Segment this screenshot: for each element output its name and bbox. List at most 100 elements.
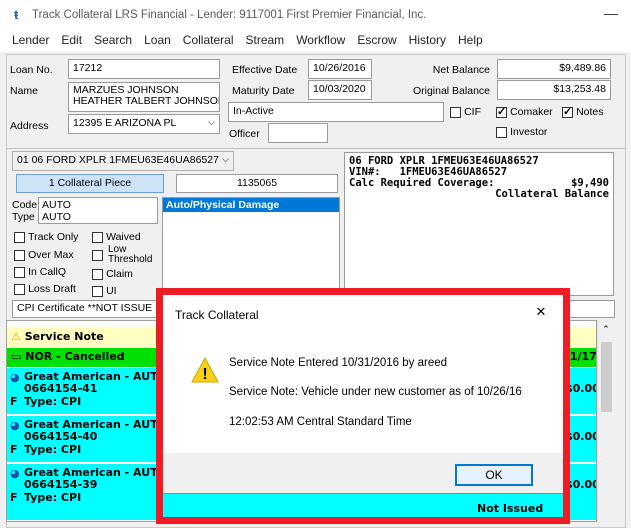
ui-flag[interactable]: UI [92,285,117,297]
over-max-flag[interactable]: Over Max [14,249,74,261]
policy-amount: $0.00 [565,430,597,443]
collateral-number-field: 1135065 [176,174,338,193]
scroll-up-arrow-icon[interactable]: ⌃ [598,324,614,335]
loss-draft-flag[interactable]: Loss Draft [14,283,76,295]
collateral-pieces-button[interactable]: 1 Collateral Piece [16,174,164,193]
type-label: Type [12,211,35,223]
track-collateral-dialog: Track Collateral ✕ ! Service Note Entere… [160,294,568,494]
over-max-check[interactable] [14,249,25,261]
policy-number: 0664154-40 [24,430,98,443]
code-label: Code [12,199,38,211]
ui-check[interactable] [92,285,103,297]
low-threshold-check[interactable] [92,250,103,261]
menu-bar: Lender Edit Search Loan Collateral Strea… [0,30,631,52]
policy-amount: $0.00 [565,478,597,491]
ok-button[interactable]: OK [455,464,533,486]
loan-no-label: Loan No. [10,64,53,76]
menu-stream[interactable]: Stream [240,30,291,52]
calc-label: Calc Required Coverage: [349,177,495,189]
policy-type: Type: CPI [24,443,82,456]
net-balance-field: $9,489.86 [497,59,611,79]
policy-flag: F [10,443,18,456]
close-button[interactable]: ✕ [529,304,553,324]
scroll-thumb[interactable] [601,342,612,412]
globe-icon: ◕ [10,467,20,480]
menu-help[interactable]: Help [452,30,489,52]
divider [6,148,626,149]
code-type-field[interactable]: AUTO AUTO [38,197,158,224]
collateral-select[interactable]: 01 06 FORD XPLR 1FMEU63E46UA86527 ⌵ [12,151,234,171]
maturity-date-field[interactable]: 10/03/2020 [308,80,372,100]
chevron-down-icon: ⌵ [208,117,215,127]
app-icon: ŧ [14,7,19,22]
notes-checkbox[interactable]: Notes [562,105,604,118]
in-callq-check[interactable] [14,266,25,278]
globe-icon: ◕ [10,371,20,384]
comaker-checkbox[interactable]: Comaker [496,105,553,118]
ui-label: UI [106,285,117,297]
cif-check-box[interactable] [450,106,461,118]
track-only-label: Track Only [28,231,79,243]
cpi-extra-field [560,300,615,318]
menu-loan[interactable]: Loan [138,30,177,52]
policy-flag: F [10,491,18,504]
dialog-footer: OK [161,453,567,493]
menu-escrow[interactable]: Escrow [351,30,402,52]
track-only-check[interactable] [14,231,25,243]
svg-text:!: ! [202,366,207,383]
policy-amount: $0.00 [565,382,597,395]
menu-collateral[interactable]: Collateral [177,30,240,52]
warning-icon: ⚠ [11,330,21,343]
comaker-label: Comaker [510,106,553,118]
service-note-header-label: Service Note [24,330,104,343]
coverage-list[interactable]: Auto/Physical Damage [162,197,340,295]
menu-edit[interactable]: Edit [55,30,88,52]
claim-check[interactable] [92,268,103,280]
notes-label: Notes [576,106,604,118]
in-callq-flag[interactable]: In CallQ [14,266,66,278]
menu-workflow[interactable]: Workflow [290,30,351,52]
cif-checkbox[interactable]: CIF [450,106,481,118]
name-field[interactable]: MARZUES JOHNSON HEATHER TALBERT JOHNSON [68,82,220,112]
track-only-flag[interactable]: Track Only [14,231,78,243]
warning-icon: ! [191,356,219,386]
comaker-check-box[interactable] [496,105,507,118]
over-max-label: Over Max [28,249,74,261]
minimize-button[interactable]: — [596,2,626,26]
menu-lender[interactable]: Lender [6,30,55,52]
dialog-message-line-2: Service Note: Vehicle under new customer… [229,386,522,398]
status-field[interactable]: In-Active [228,102,444,122]
address-select[interactable]: 12395 E ARIZONA PL ⌵ [68,114,220,134]
effective-date-label: Effective Date [232,64,298,76]
service-list-scrollbar[interactable]: ⌃ [597,320,614,522]
cpi-certificate-field: CPI Certificate **NOT ISSUE [12,300,162,318]
maturity-date-label: Maturity Date [232,85,295,97]
waived-flag[interactable]: Waived [92,231,141,243]
investor-checkbox[interactable]: Investor [496,126,547,138]
low-threshold-label: Low Threshold [108,244,153,265]
officer-field[interactable] [268,123,328,143]
loan-no-field[interactable]: 17212 [68,59,220,79]
window-title: Track Collateral LRS Financial - Lender:… [32,9,427,21]
notes-check-box[interactable] [562,105,573,118]
code-value: AUTO [42,199,71,211]
title-bar: ŧ Track Collateral LRS Financial - Lende… [0,0,631,30]
policy-type: Type: CPI [24,491,82,504]
collateral-select-value: 01 06 FORD XPLR 1FMEU63E46UA86527 [17,154,219,166]
menu-search[interactable]: Search [88,30,138,52]
waived-check[interactable] [92,231,103,243]
menu-history[interactable]: History [403,30,452,52]
effective-date-field[interactable]: 10/26/2016 [308,59,372,79]
original-balance-label: Original Balance [412,85,490,97]
dialog-message-line-1: Service Note Entered 10/31/2016 by areed [229,357,448,369]
claim-flag[interactable]: Claim [92,268,133,280]
loss-draft-check[interactable] [14,283,25,295]
net-balance-label: Net Balance [432,64,490,76]
dialog-message-line-3: 12:02:53 AM Central Standard Time [229,416,412,428]
cif-label: CIF [464,106,481,118]
address-label: Address [10,120,49,132]
coverage-item-selected[interactable]: Auto/Physical Damage [163,198,339,212]
nor-label: NOR - Cancelled [25,350,125,363]
policy-flag: F [10,395,18,408]
investor-check-box[interactable] [496,126,507,138]
